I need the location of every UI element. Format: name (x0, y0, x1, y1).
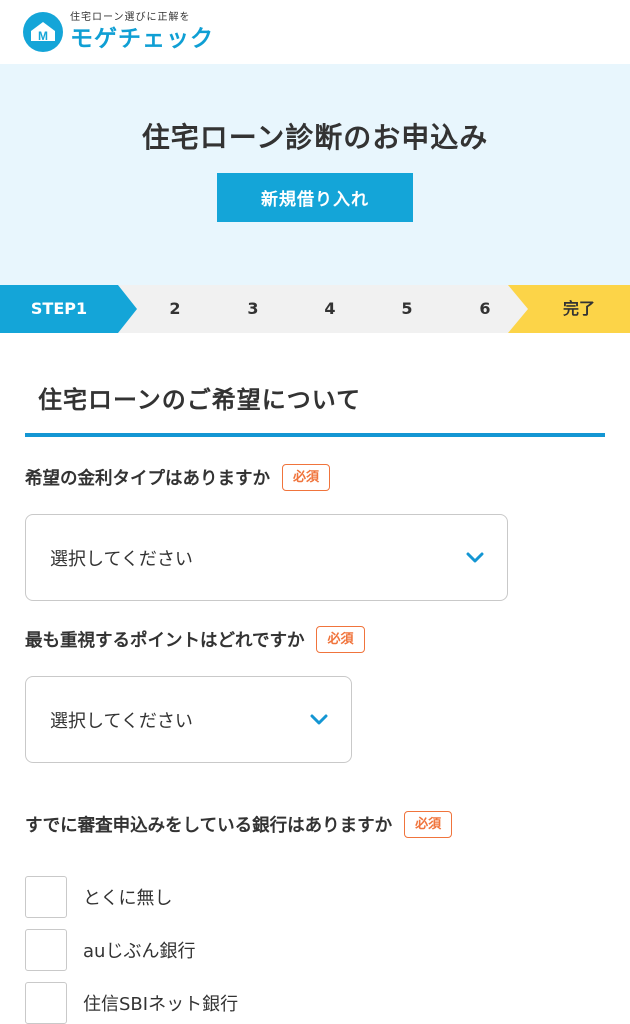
logo-name: モゲチェック (70, 26, 214, 52)
step-complete: 完了 (508, 285, 630, 333)
page-title: 住宅ローン診断のお申込み (141, 121, 489, 154)
section-divider (25, 433, 605, 437)
logo-icon: M (22, 11, 64, 53)
site-logo[interactable]: M 住宅ローン選びに正解を モゲチェック (22, 11, 214, 53)
step-complete-label: 完了 (562, 299, 595, 318)
priority-select-value: 選択してください (50, 710, 193, 732)
step-3: 3 (247, 299, 259, 318)
step-5: 5 (401, 299, 413, 318)
priority-select[interactable]: 選択してください (25, 676, 352, 763)
question-applied-banks-label: すでに審査申込みをしている銀行はありますか (25, 816, 393, 836)
checkbox-au-jibun-bank[interactable]: auじぶん銀行 (25, 929, 195, 971)
chevron-down-icon (310, 714, 328, 724)
checkbox[interactable] (25, 876, 67, 918)
site-header: M 住宅ローン選びに正解を モゲチェック (0, 0, 630, 64)
checkbox-none[interactable]: とくに無し (25, 876, 172, 918)
step-current: STEP1 (0, 285, 137, 333)
question-applied-banks: すでに審査申込みをしている銀行はありますか 必須 (25, 811, 453, 838)
checkbox[interactable] (25, 929, 67, 971)
step-2: 2 (169, 299, 181, 318)
hero-banner: 住宅ローン診断のお申込み 新規借り入れ (0, 64, 630, 285)
chevron-down-icon (466, 552, 484, 562)
required-badge: 必須 (404, 811, 453, 838)
svg-text:M: M (38, 29, 48, 43)
step-indicator: STEP1 2 3 4 5 6 完了 (0, 285, 630, 333)
required-badge: 必須 (282, 464, 331, 491)
question-rate-type-label: 希望の金利タイプはありますか (25, 469, 270, 489)
checkbox-label: とくに無し (83, 888, 173, 909)
section-title: 住宅ローンのご希望について (38, 386, 362, 414)
checkbox[interactable] (25, 982, 67, 1024)
required-badge: 必須 (316, 626, 365, 653)
question-priority-label: 最も重視するポイントはどれですか (25, 631, 305, 651)
checkbox-label: auじぶん銀行 (83, 941, 196, 962)
checkbox-label: 住信SBIネット銀行 (83, 994, 239, 1015)
step-current-label: STEP1 (30, 299, 88, 318)
step-4: 4 (324, 299, 336, 318)
logo-tagline: 住宅ローン選びに正解を (70, 12, 191, 23)
question-priority: 最も重視するポイントはどれですか 必須 (25, 626, 365, 653)
rate-type-select[interactable]: 選択してください (25, 514, 508, 601)
question-rate-type: 希望の金利タイプはありますか 必須 (25, 464, 331, 491)
rate-type-select-value: 選択してください (50, 548, 193, 570)
checkbox-sbi-net-bank[interactable]: 住信SBIネット銀行 (25, 982, 238, 1024)
new-loan-button[interactable]: 新規借り入れ (217, 173, 413, 222)
step-6: 6 (479, 299, 491, 318)
